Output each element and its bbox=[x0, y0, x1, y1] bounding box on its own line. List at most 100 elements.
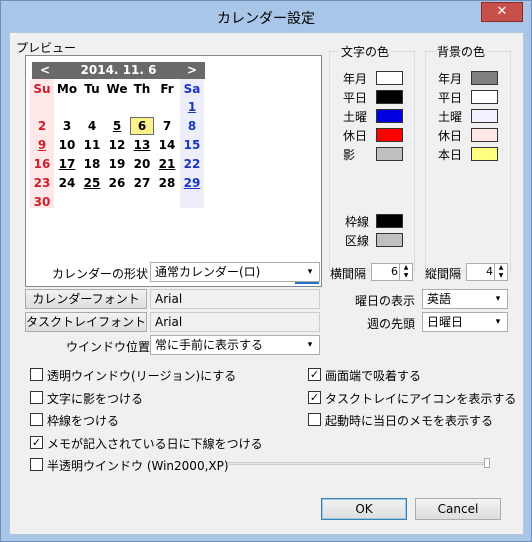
color-swatch[interactable] bbox=[376, 71, 403, 85]
color-swatch[interactable] bbox=[376, 147, 403, 161]
chevron-down-icon: ▾ bbox=[495, 317, 501, 327]
color-swatch[interactable] bbox=[376, 109, 403, 123]
shape-select-value: 通常カレンダー(ロ) bbox=[155, 265, 261, 279]
color-swatch[interactable] bbox=[471, 71, 498, 85]
v-spacing-value: 4 bbox=[486, 265, 493, 278]
spin-arrows-icon[interactable]: ▲ ▼ bbox=[399, 264, 412, 280]
calendar-day: 29 bbox=[183, 176, 201, 190]
calendar-day: 18 bbox=[83, 157, 101, 171]
settings-window: カレンダー設定 ✕ プレビュー < 2014. 11. 6 > Su Mo Tu We… bbox=[0, 0, 532, 542]
next-month-icon: > bbox=[186, 63, 197, 77]
h-spacing-label: 横間隔 bbox=[330, 267, 367, 281]
calendar-day: 8 bbox=[187, 119, 197, 133]
color-swatch[interactable] bbox=[471, 147, 498, 161]
calendar-day: 30 bbox=[33, 195, 51, 209]
calendar-day: 14 bbox=[158, 138, 176, 152]
option-label: 文字に影をつける bbox=[47, 391, 144, 406]
color-label: 区線 bbox=[345, 234, 370, 248]
calendar-day: 23 bbox=[33, 176, 51, 190]
calendar-day: 26 bbox=[108, 176, 126, 190]
h-spacing-value: 6 bbox=[391, 265, 398, 278]
weekday-header: Fr bbox=[160, 82, 174, 96]
color-label: 枠線 bbox=[345, 215, 370, 229]
weekday-header: We bbox=[106, 82, 128, 96]
calendar-day: 10 bbox=[58, 138, 76, 152]
calendar-day: 3 bbox=[62, 119, 72, 133]
color-swatch[interactable] bbox=[376, 90, 403, 104]
calendar-day: 15 bbox=[183, 138, 201, 152]
tasktray-font-button[interactable]: タスクトレイフォント bbox=[25, 312, 147, 332]
calendar-font-field: Arial bbox=[150, 289, 320, 309]
color-swatch[interactable] bbox=[471, 109, 498, 123]
option-label: 画面端で吸着する bbox=[325, 369, 422, 383]
calendar-day: 28 bbox=[158, 176, 176, 190]
preview-label: プレビュー bbox=[16, 41, 77, 55]
calendar-font-button[interactable]: カレンダーフォント bbox=[25, 289, 147, 309]
color-swatch[interactable] bbox=[376, 214, 403, 228]
shape-label: カレンダーの形状 bbox=[52, 267, 149, 281]
checkmark-icon[interactable]: ✓ bbox=[308, 390, 321, 404]
close-button[interactable]: ✕ bbox=[481, 2, 523, 22]
calendar-day: 20 bbox=[133, 157, 151, 171]
checkbox-box[interactable] bbox=[30, 458, 43, 471]
checkmark-icon[interactable]: ✓ bbox=[30, 435, 43, 449]
calendar-day: 21 bbox=[158, 157, 176, 171]
option-label: メモが記入されている日に下線をつける bbox=[47, 436, 263, 451]
week-start-label: 週の先頭 bbox=[367, 317, 416, 331]
color-label: 年月 bbox=[343, 72, 368, 86]
calendar-day: 4 bbox=[87, 119, 97, 133]
window-position-label: ウインドウ位置 bbox=[66, 340, 151, 354]
tasktray-font-field: Arial bbox=[150, 312, 320, 332]
color-label: 平日 bbox=[438, 91, 463, 105]
window-position-select[interactable]: 常に手前に表示する ▾ bbox=[150, 335, 320, 355]
calendar-day: 1 bbox=[187, 100, 197, 114]
calendar-day: 7 bbox=[162, 119, 172, 133]
chevron-down-icon: ▾ bbox=[495, 294, 501, 304]
v-spacing-stepper[interactable]: 4 ▲ ▼ bbox=[466, 263, 508, 281]
window-position-value: 常に手前に表示する bbox=[155, 338, 264, 352]
transparency-slider[interactable] bbox=[227, 462, 489, 465]
color-label: 平日 bbox=[343, 91, 368, 105]
window-title: カレンダー設定 bbox=[217, 11, 315, 27]
checkbox-box[interactable] bbox=[30, 390, 43, 404]
color-label: 休日 bbox=[343, 129, 368, 143]
spin-arrows-icon[interactable]: ▲ ▼ bbox=[494, 264, 507, 280]
color-swatch[interactable] bbox=[376, 233, 403, 247]
chevron-down-icon: ▾ bbox=[307, 267, 313, 277]
week-start-value: 日曜日 bbox=[427, 315, 464, 329]
transparency-slider-thumb[interactable] bbox=[484, 458, 490, 468]
calendar-day: 9 bbox=[37, 138, 47, 152]
shape-select[interactable]: 通常カレンダー(ロ) ▾ bbox=[150, 262, 320, 282]
color-swatch[interactable] bbox=[471, 90, 498, 104]
color-label: 本日 bbox=[438, 148, 463, 162]
title-bar: カレンダー設定 ✕ bbox=[1, 1, 531, 31]
text-color-group-title: 文字の色 bbox=[339, 43, 392, 60]
calendar-day: 2 bbox=[37, 119, 47, 133]
cancel-button[interactable]: Cancel bbox=[415, 498, 501, 520]
checkmark-icon[interactable]: ✓ bbox=[308, 368, 321, 381]
calendar-day: 5 bbox=[112, 119, 122, 133]
calendar-day: 16 bbox=[33, 157, 51, 171]
checkbox-box[interactable] bbox=[30, 413, 43, 426]
weekday-header: Th bbox=[133, 82, 151, 96]
weekday-display-select[interactable]: 英語 ▾ bbox=[422, 289, 508, 309]
color-swatch[interactable] bbox=[471, 128, 498, 142]
option-label: 枠線をつける bbox=[47, 414, 120, 428]
checkbox-box[interactable] bbox=[30, 368, 43, 381]
calendar-day: 11 bbox=[83, 138, 101, 152]
calendar-day: 24 bbox=[58, 176, 76, 190]
h-spacing-stepper[interactable]: 6 ▲ ▼ bbox=[371, 263, 413, 281]
weekday-display-label: 曜日の表示 bbox=[355, 294, 416, 308]
color-swatch[interactable] bbox=[376, 128, 403, 142]
checkbox-box[interactable] bbox=[308, 413, 321, 426]
calendar-preview: < 2014. 11. 6 > Su Mo Tu We Th Fr Sa 1 2 3 4 5 6 7 8 9 1… bbox=[25, 55, 322, 287]
calendar-day: 6 bbox=[130, 117, 154, 135]
week-start-select[interactable]: 日曜日 ▾ bbox=[422, 312, 508, 332]
ok-button[interactable]: OK bbox=[321, 498, 407, 520]
calendar-day: 19 bbox=[108, 157, 126, 171]
v-spacing-label: 縦間隔 bbox=[425, 267, 462, 281]
calendar-day: 25 bbox=[83, 176, 101, 190]
chevron-down-icon: ▾ bbox=[307, 340, 313, 350]
weekday-display-value: 英語 bbox=[427, 292, 452, 306]
bg-color-group-title: 背景の色 bbox=[435, 43, 488, 60]
